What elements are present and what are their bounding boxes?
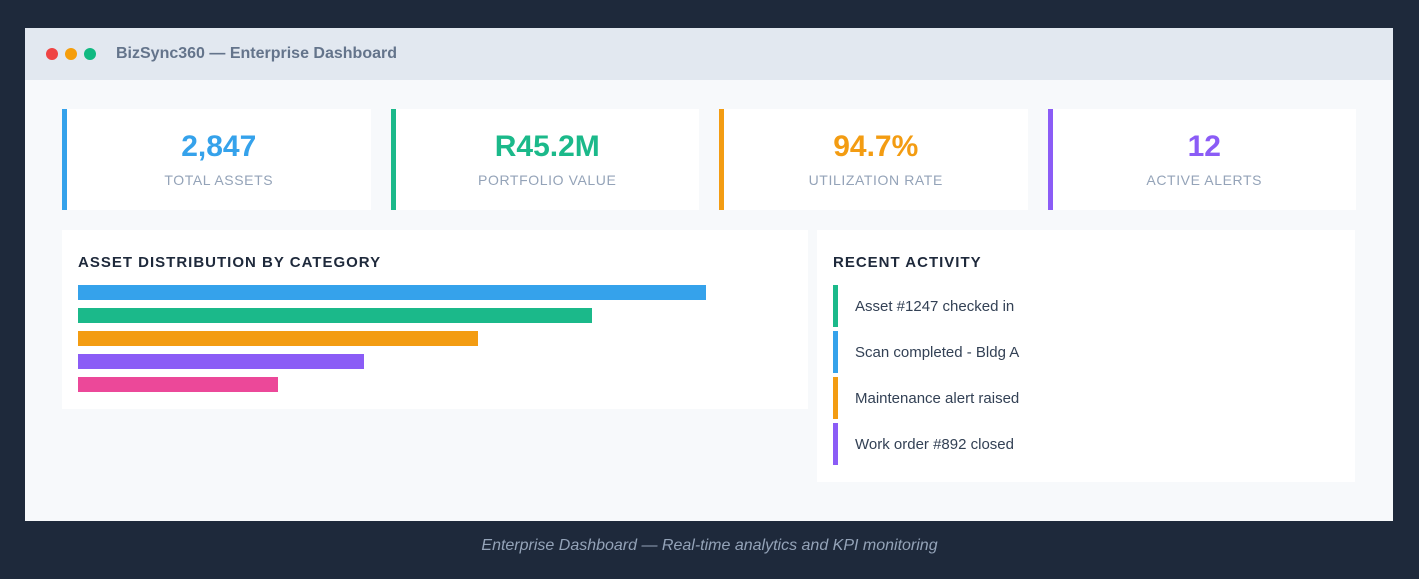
activity-stripe (833, 285, 838, 327)
activity-text: Scan completed - Bldg A (855, 343, 1020, 361)
kpi-row: 2,847 TOTAL ASSETS R45.2M PORTFOLIO VALU… (62, 109, 1356, 210)
figure-caption: Enterprise Dashboard — Real-time analyti… (481, 537, 938, 554)
distribution-bar (78, 285, 706, 300)
kpi-label: TOTAL ASSETS (164, 171, 274, 188)
distribution-bar (78, 331, 478, 346)
activity-text: Maintenance alert raised (855, 389, 1020, 407)
dashboard-window: BizSync360 — Enterprise Dashboard 2,847 … (25, 28, 1393, 521)
activity-item: Work order #892 closed (833, 423, 1014, 465)
kpi-card-portfolio-value: R45.2M PORTFOLIO VALUE (390, 109, 699, 210)
kpi-label: PORTFOLIO VALUE (478, 171, 617, 188)
kpi-card-active-alerts: 12 ACTIVE ALERTS (1047, 109, 1356, 210)
recent-activity-panel: RECENT ACTIVITY Asset #1247 checked in S… (817, 230, 1355, 482)
activity-stripe (833, 423, 838, 465)
minimize-window-button[interactable] (65, 48, 77, 60)
kpi-value: 2,847 (181, 129, 257, 163)
distribution-bar (78, 308, 592, 323)
window-title: BizSync360 — Enterprise Dashboard (116, 45, 397, 62)
distribution-bar (78, 377, 278, 392)
distribution-bar (78, 354, 364, 369)
activity-stripe (833, 377, 838, 419)
kpi-card-total-assets: 2,847 TOTAL ASSETS (62, 109, 371, 210)
kpi-label: UTILIZATION RATE (808, 171, 943, 188)
activity-stripe (833, 331, 838, 373)
kpi-value: 94.7% (833, 129, 919, 163)
close-window-button[interactable] (46, 48, 58, 60)
panel-title: ASSET DISTRIBUTION BY CATEGORY (78, 254, 382, 271)
kpi-card-utilization-rate: 94.7% UTILIZATION RATE (719, 109, 1028, 210)
activity-text: Work order #892 closed (855, 435, 1014, 453)
activity-text: Asset #1247 checked in (855, 297, 1015, 315)
kpi-value: R45.2M (494, 129, 600, 163)
maximize-window-button[interactable] (84, 48, 96, 60)
activity-item: Scan completed - Bldg A (833, 331, 1019, 373)
panel-title: RECENT ACTIVITY (833, 254, 982, 271)
kpi-label: ACTIVE ALERTS (1146, 171, 1263, 188)
asset-distribution-panel: ASSET DISTRIBUTION BY CATEGORY (62, 230, 808, 409)
title-bar: BizSync360 — Enterprise Dashboard (25, 28, 1393, 80)
kpi-value: 12 (1187, 129, 1221, 163)
activity-item: Maintenance alert raised (833, 377, 1019, 419)
activity-item: Asset #1247 checked in (833, 285, 1014, 327)
